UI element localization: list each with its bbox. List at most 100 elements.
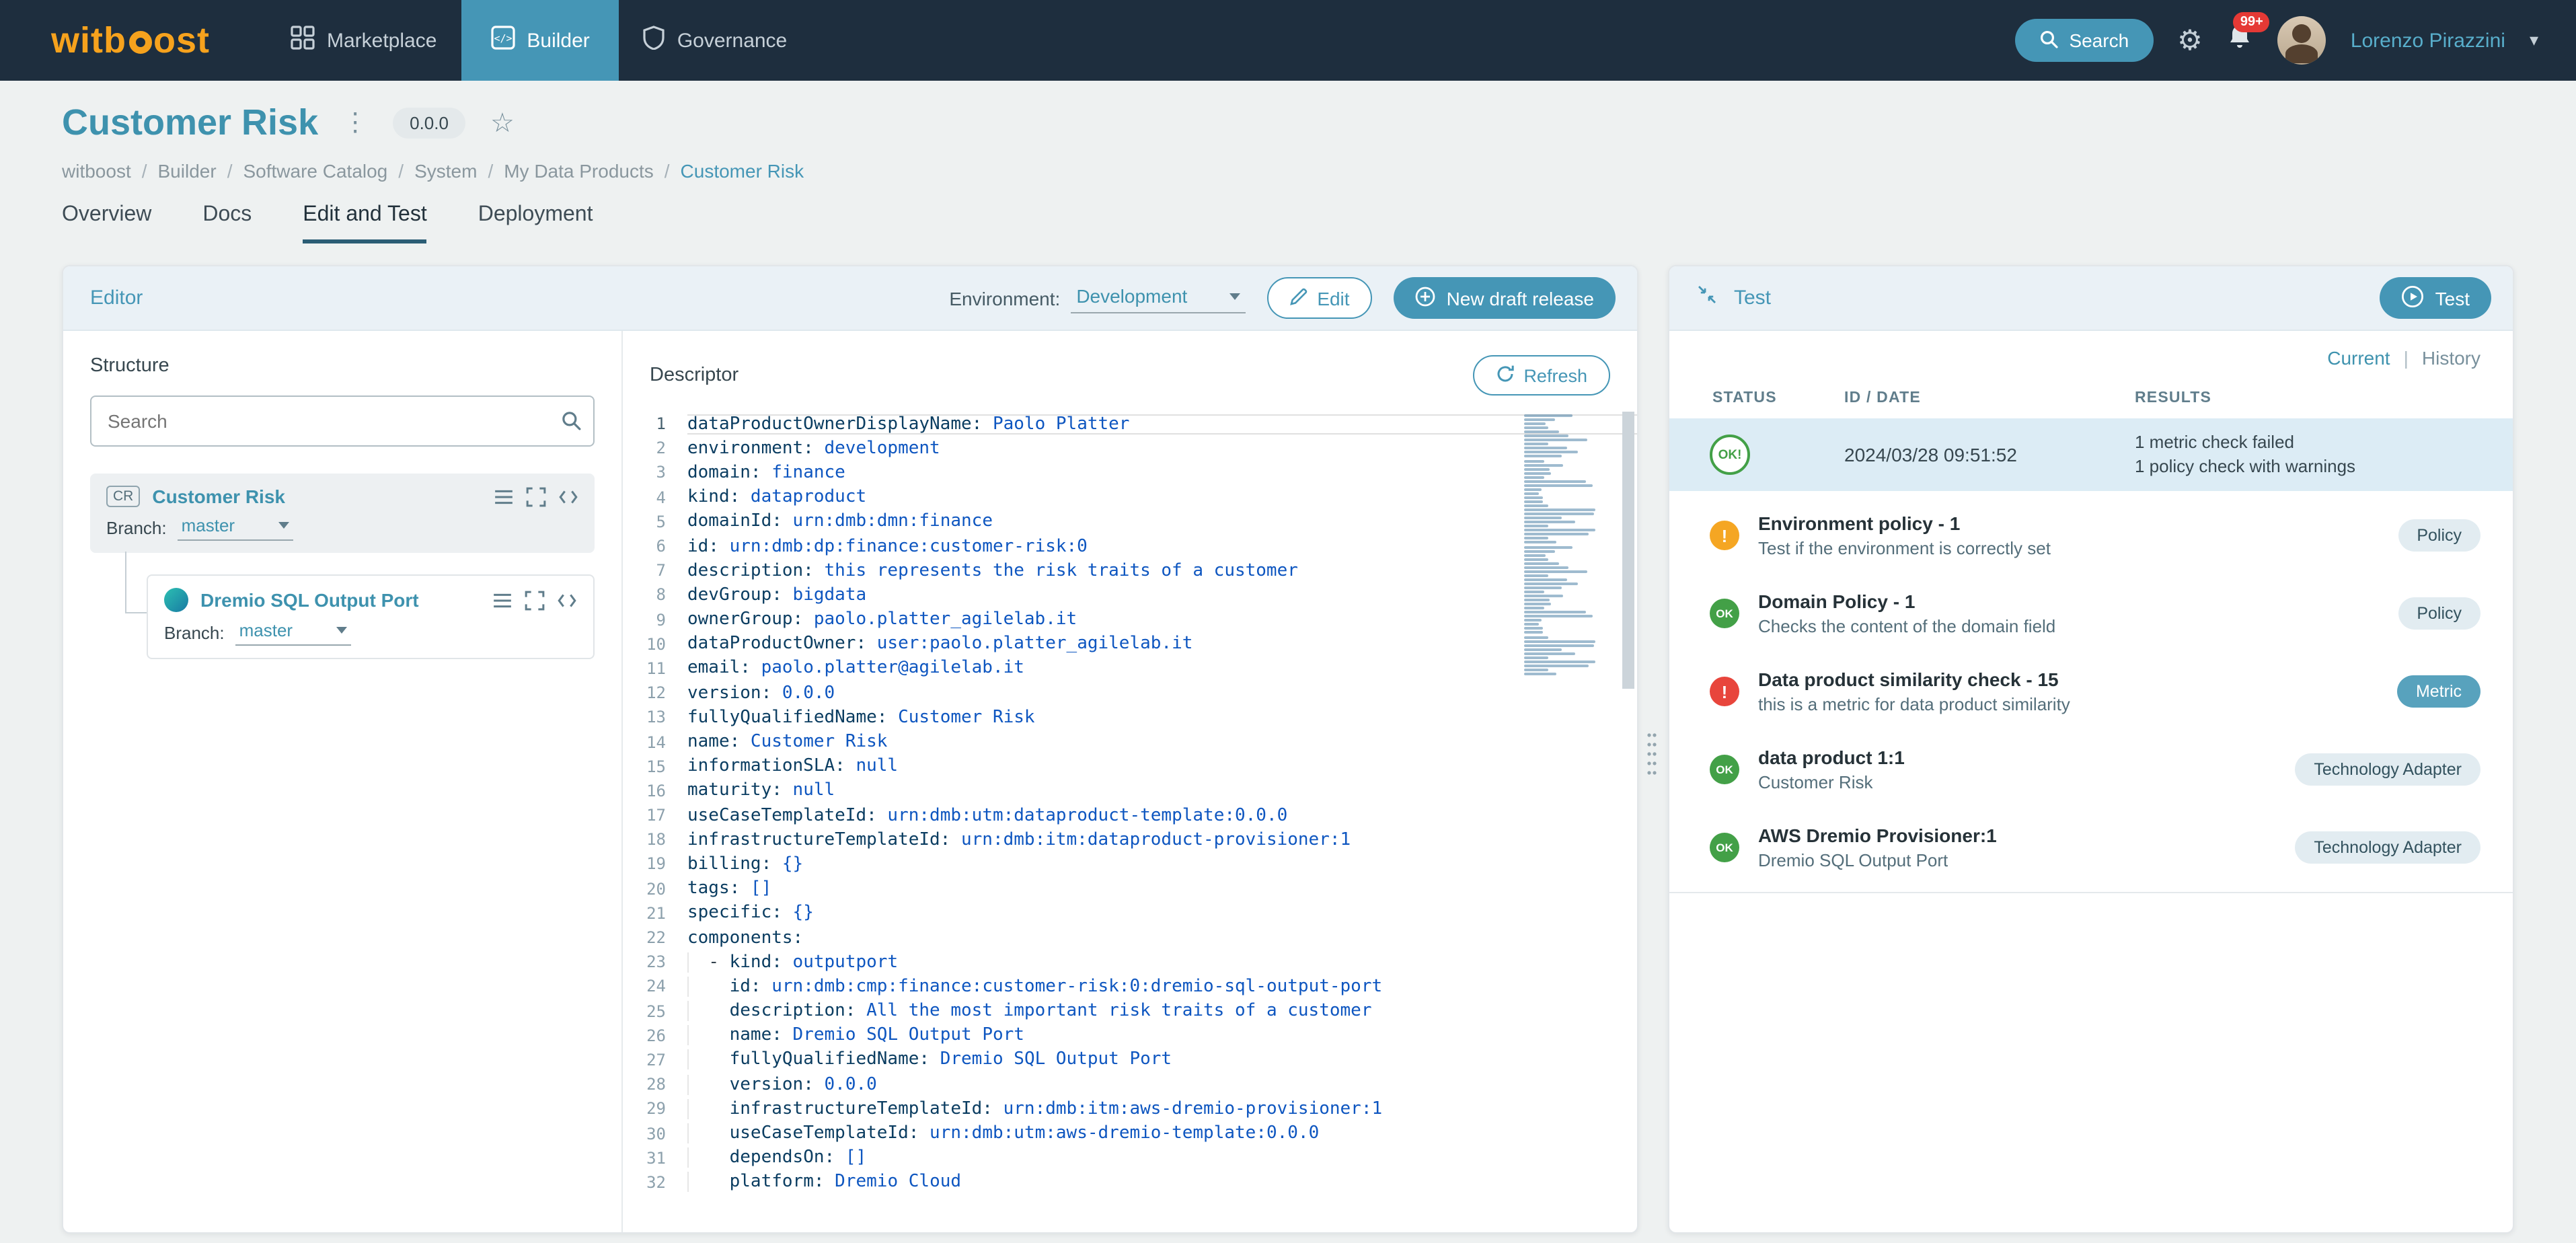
page-title: Customer Risk [62, 102, 319, 143]
code-text: description: this represents the risk tr… [687, 560, 1298, 581]
focus-icon[interactable] [525, 590, 545, 610]
tab-edit-and-test[interactable]: Edit and Test [303, 203, 427, 243]
user-avatar[interactable] [2277, 16, 2326, 65]
breadcrumb-item[interactable]: Builder [158, 160, 217, 182]
code-line[interactable]: 28 version: 0.0.0 [623, 1072, 1637, 1096]
code-line[interactable]: 16 maturity: null [623, 779, 1637, 803]
editor-body: Structure CR Customer Risk [63, 331, 1637, 1232]
code-line[interactable]: 13 fullyQualifiedName: Customer Risk [623, 706, 1637, 730]
notifications-bell[interactable]: 99+ [2227, 12, 2270, 58]
list-icon[interactable] [494, 486, 514, 506]
code-line[interactable]: 17 useCaseTemplateId: urn:dmb:utm:datapro… [623, 803, 1637, 827]
edit-button[interactable]: Edit [1267, 277, 1373, 319]
list-icon[interactable] [492, 590, 513, 610]
kebab-menu-icon[interactable]: ⋮ [342, 108, 368, 139]
breadcrumb-item[interactable]: witboost [62, 160, 131, 182]
code-line[interactable]: 14 name: Customer Risk [623, 730, 1637, 754]
line-number: 6 [656, 537, 666, 556]
minimap-line [1524, 586, 1562, 589]
environment-select[interactable]: Development [1071, 282, 1246, 313]
code-line[interactable]: 27 fullyQualifiedName: Dremio SQL Output… [623, 1048, 1637, 1072]
line-number: 19 [646, 854, 666, 874]
code-line[interactable]: 20 tags: [] [623, 876, 1637, 901]
branch-select[interactable]: master [235, 620, 351, 646]
breadcrumb-item[interactable]: Software Catalog [243, 160, 387, 182]
tab-deployment[interactable]: Deployment [478, 203, 593, 243]
search-input[interactable] [90, 396, 595, 447]
code-line[interactable]: 19 billing: {} [623, 852, 1637, 876]
code-line[interactable]: 5 domainId: urn:dmb:dmn:finance [623, 510, 1637, 534]
nav-item-builder[interactable]: </> Builder [461, 0, 619, 81]
chevron-down-icon[interactable]: ▾ [2530, 30, 2538, 51]
code-line[interactable]: 23 - kind: outputport [623, 950, 1637, 974]
code-line[interactable]: 9 ownerGroup: paolo.platter_agilelab.it [623, 607, 1637, 632]
code-line[interactable]: 24 id: urn:dmb:cmp:finance:customer-risk… [623, 975, 1637, 999]
code-icon[interactable] [557, 590, 577, 610]
tab-current[interactable]: Current [2327, 347, 2390, 369]
test-run-row[interactable]: OK! 2024/03/28 09:51:52 1 metric check f… [1669, 418, 2513, 491]
focus-icon[interactable] [526, 486, 546, 506]
check-tag-chip: Policy [2398, 597, 2480, 630]
tree-node-dremio-sql-output-port[interactable]: Dremio SQL Output Port Branch: master [147, 574, 595, 659]
tab-overview[interactable]: Overview [62, 203, 151, 243]
code-line[interactable]: 29 infrastructureTemplateId: urn:dmb:itm… [623, 1097, 1637, 1121]
new-draft-release-button[interactable]: New draft release [1394, 277, 1616, 319]
check-title: data product 1:1 [1758, 747, 1905, 768]
code-line[interactable]: 30 useCaseTemplateId: urn:dmb:utm:aws-dr… [623, 1121, 1637, 1145]
minimap-line [1524, 484, 1593, 487]
breadcrumb-item[interactable]: Customer Risk [681, 160, 804, 182]
node-actions [492, 590, 577, 610]
branch-select[interactable]: master [177, 515, 293, 541]
user-name[interactable]: Lorenzo Pirazzini [2351, 29, 2505, 52]
code-line[interactable]: 2 environment: development [623, 436, 1637, 460]
code-line[interactable]: 32 platform: Dremio Cloud [623, 1170, 1637, 1195]
code-line[interactable]: 22 components: [623, 926, 1637, 950]
code-line[interactable]: 11 email: paolo.platter@agilelab.it [623, 656, 1637, 681]
code-line[interactable]: 7 description: this represents the risk t… [623, 558, 1637, 582]
code-line[interactable]: 15 informationSLA: null [623, 754, 1637, 778]
code-line[interactable]: 21 specific: {} [623, 901, 1637, 926]
check-row[interactable]: OK data product 1:1 Customer Risk Technolog… [1669, 730, 2513, 808]
code-line[interactable]: 25 description: All the most important r… [623, 999, 1637, 1023]
code-line[interactable]: 26 name: Dremio SQL Output Port [623, 1023, 1637, 1047]
minimap[interactable] [1524, 414, 1618, 677]
node-name[interactable]: Dremio SQL Output Port [200, 589, 419, 611]
run-test-button[interactable]: Test [2380, 277, 2491, 319]
scrollbar-thumb[interactable] [1622, 412, 1634, 689]
node-name[interactable]: Customer Risk [152, 486, 285, 507]
search-button[interactable]: Search [2015, 19, 2154, 62]
check-row[interactable]: ! Data product similarity check - 15 this … [1669, 652, 2513, 730]
code-line[interactable]: 4 kind: dataproduct [623, 485, 1637, 509]
panel-resize-handle[interactable] [1646, 730, 1657, 776]
navbar-right: Search ⚙ 99+ Lorenzo Pirazzini ▾ [2015, 12, 2576, 65]
nav-item-marketplace[interactable]: Marketplace [266, 0, 461, 81]
breadcrumb-item[interactable]: My Data Products [504, 160, 654, 182]
star-favorite-icon[interactable]: ☆ [490, 106, 515, 140]
minimap-line [1524, 451, 1578, 454]
tab-history[interactable]: History [2422, 347, 2480, 369]
breadcrumb-item[interactable]: System [414, 160, 477, 182]
check-row[interactable]: OK AWS Dremio Provisioner:1 Dremio SQL Out… [1669, 808, 2513, 887]
collapse-icon[interactable] [1696, 284, 1718, 312]
tab-docs[interactable]: Docs [202, 203, 252, 243]
witboost-logo[interactable]: witb ost [51, 20, 210, 61]
refresh-button[interactable]: Refresh [1472, 355, 1610, 396]
code-line[interactable]: 6 id: urn:dmb:dp:finance:customer-risk:0 [623, 534, 1637, 558]
code-icon[interactable] [558, 486, 578, 506]
code-line[interactable]: 3 domain: finance [623, 461, 1637, 485]
code-line[interactable]: 10 dataProductOwner: user:paolo.platter_a… [623, 632, 1637, 656]
check-row[interactable]: ! Environment policy - 1 Test if the envir… [1669, 496, 2513, 574]
code-text: id: urn:dmb:dp:finance:customer-risk:0 [687, 536, 1088, 557]
code-line[interactable]: 18 infrastructureTemplateId: urn:dmb:itm:… [623, 827, 1637, 852]
ok-status-icon: OK [1710, 599, 1739, 628]
code-line[interactable]: 1 dataProductOwnerDisplayName: Paolo Plat… [623, 412, 1637, 436]
code-line[interactable]: 12 version: 0.0.0 [623, 681, 1637, 705]
tree-node-customer-risk[interactable]: CR Customer Risk Branch: master [90, 474, 595, 553]
nav-item-governance[interactable]: Governance [619, 0, 811, 81]
search-label: Search [2069, 30, 2129, 51]
code-line[interactable]: 8 devGroup: bigdata [623, 583, 1637, 607]
settings-gear-icon[interactable]: ⚙ [2177, 24, 2203, 57]
descriptor-code-editor[interactable]: 1 dataProductOwnerDisplayName: Paolo Plat… [623, 412, 1637, 1232]
check-row[interactable]: OK Domain Policy - 1 Checks the content of… [1669, 574, 2513, 652]
code-line[interactable]: 31 dependsOn: [] [623, 1145, 1637, 1170]
